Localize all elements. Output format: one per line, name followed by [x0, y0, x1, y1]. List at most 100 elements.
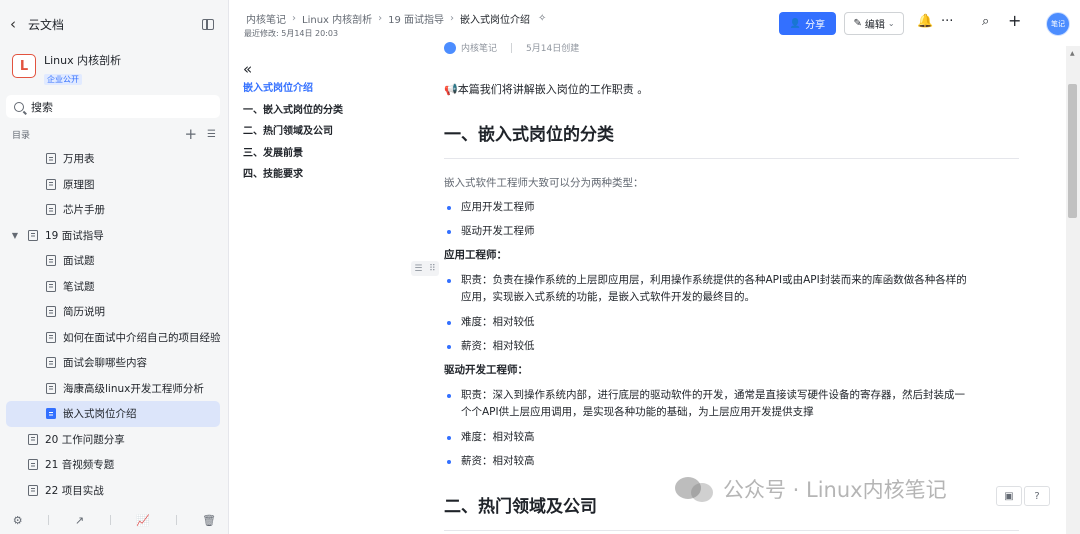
- help-icon[interactable]: ?: [1024, 486, 1050, 506]
- sidebar-search[interactable]: 搜索: [6, 95, 220, 118]
- add-icon[interactable]: +: [184, 127, 197, 142]
- outline-item[interactable]: 四、技能要求: [243, 164, 413, 186]
- edit-button[interactable]: ✎ 编辑 ⌄: [844, 12, 904, 35]
- share-out-icon[interactable]: ↗: [75, 514, 84, 527]
- tree-item[interactable]: 芯片手册: [6, 197, 220, 223]
- more-icon[interactable]: ···: [941, 14, 953, 29]
- tree-item-label: 21 音视频专题: [45, 459, 115, 472]
- settings-icon[interactable]: ⚙: [13, 514, 23, 527]
- tree-folder[interactable]: 21 音视频专题: [6, 452, 220, 478]
- outline-item[interactable]: 一、嵌入式岗位的分类: [243, 100, 413, 122]
- kb-name: Linux 内核剖析: [44, 54, 122, 67]
- tree-item-label: 如何在面试中介绍自己的项目经验: [63, 331, 221, 344]
- tree-item[interactable]: 简历说明: [6, 299, 220, 325]
- block-drag-handle[interactable]: ☰ ⠿: [411, 261, 439, 276]
- list-item: 驱动开发工程师: [444, 223, 1019, 240]
- drag-dots-icon: ⠿: [429, 263, 436, 274]
- scrollbar-thumb[interactable]: [1068, 84, 1077, 218]
- list-item-text: 应用，实现嵌入式系统的功能，是嵌入式软件开发的最终目的。: [461, 291, 755, 303]
- list-item: 薪资：相对较高: [444, 453, 1019, 470]
- outline-item[interactable]: 三、发展前景: [243, 143, 413, 165]
- outline-item[interactable]: 二、热门领域及公司: [243, 121, 413, 143]
- tree-folder[interactable]: ▼ 19 面试指导: [6, 223, 220, 249]
- document-icon: [46, 357, 56, 369]
- kb-visibility-badge: 企业公开: [44, 74, 82, 85]
- breadcrumb-separator: ›: [450, 13, 455, 24]
- edit-label: 编辑: [864, 20, 885, 31]
- list-options-icon[interactable]: ☰: [207, 129, 216, 140]
- tree-item[interactable]: 万用表: [6, 146, 220, 172]
- document-icon: [28, 459, 38, 471]
- tree-item[interactable]: 面试题: [6, 248, 220, 274]
- breadcrumb-item[interactable]: 内核笔记: [246, 11, 286, 26]
- tree-item[interactable]: 笔试题: [6, 274, 220, 300]
- wechat-logo-icon: [675, 474, 715, 504]
- tree-folder[interactable]: 22 项目实战: [6, 478, 220, 504]
- tree-folder[interactable]: 20 工作问题分享: [6, 427, 220, 453]
- caret-down-icon[interactable]: ▼: [10, 231, 20, 240]
- heading-1: 二、热门领域及公司: [444, 497, 597, 517]
- breadcrumb-item[interactable]: 19 面试指导: [388, 11, 444, 26]
- tree-item-label: 20 工作问题分享: [45, 433, 125, 446]
- breadcrumb-item[interactable]: Linux 内核剖析: [302, 11, 372, 26]
- tree-item-label: 芯片手册: [63, 204, 105, 217]
- watermark: 公众号 · Linux内核笔记: [675, 474, 947, 504]
- collapse-sidebar-icon[interactable]: [202, 18, 214, 30]
- list-item: 应用开发工程师: [444, 199, 1019, 216]
- document-icon: [28, 484, 38, 496]
- knowledge-base-header[interactable]: L Linux 内核剖析 企业公开: [12, 54, 121, 86]
- tree-item-label: 万用表: [63, 153, 95, 166]
- stats-icon[interactable]: 📈: [136, 514, 150, 527]
- list-item: 职责：深入到操作系统内部，进行底层的驱动软件的开发，通常是直接读写硬件设备的寄存…: [444, 387, 1019, 421]
- outline-item[interactable]: 嵌入式岗位介绍: [243, 78, 413, 100]
- created-date: 5月14日创建: [526, 44, 580, 54]
- chevron-down-icon: ⌄: [887, 19, 895, 28]
- tree-item-active[interactable]: 嵌入式岗位介绍: [6, 401, 220, 427]
- sidebar-footer: ⚙ ↗ 📈 🗑: [0, 510, 229, 530]
- back-label[interactable]: 云文档: [28, 16, 202, 33]
- comment-icon[interactable]: ▣: [996, 486, 1022, 506]
- list-item: 难度：相对较低: [444, 314, 1019, 331]
- share-label: 分享: [805, 20, 826, 31]
- pin-icon[interactable]: ✧: [538, 13, 546, 24]
- document-icon: [46, 408, 56, 420]
- search-placeholder: 搜索: [31, 100, 53, 114]
- subheading: 驱动开发工程师：: [444, 364, 528, 376]
- tree-item[interactable]: 面试会聊哪些内容: [6, 350, 220, 376]
- document-icon: [28, 433, 38, 445]
- tree-item-label: 海康高级linux开发工程师分析: [63, 382, 204, 395]
- search-icon[interactable]: ⌕: [982, 14, 989, 29]
- doc-outline: « 嵌入式岗位介绍 一、嵌入式岗位的分类 二、热门领域及公司 三、发展前景 四、…: [243, 60, 413, 186]
- heading-rule: [444, 530, 1019, 531]
- collapse-outline-icon[interactable]: «: [243, 60, 413, 78]
- breadcrumb-separator: ›: [378, 13, 383, 24]
- heading-rule: [444, 158, 1019, 159]
- share-button[interactable]: 👤 分享: [779, 12, 836, 35]
- tree-item[interactable]: 如何在面试中介绍自己的项目经验: [6, 325, 221, 351]
- back-arrow-icon[interactable]: ‹: [10, 15, 28, 33]
- document-icon: [46, 306, 56, 318]
- last-modified: 最近修改: 5月14日 20:03: [244, 29, 339, 38]
- tree-item-label: 笔试题: [63, 280, 95, 293]
- divider: [175, 515, 177, 525]
- avatar[interactable]: 笔记: [1046, 12, 1070, 36]
- scroll-up-arrow-icon[interactable]: ▲: [1070, 50, 1075, 57]
- list-item: 职责：负责在操作系统的上层即应用层，利用操作系统提供的各种API或由API封装而…: [444, 272, 1019, 306]
- pencil-icon: ✎: [853, 18, 862, 29]
- add-icon[interactable]: +: [1008, 11, 1021, 30]
- tree-item-label: 22 项目实战: [45, 484, 104, 497]
- heading-1: 一、嵌入式岗位的分类: [444, 125, 614, 145]
- tree-item-label: 面试会聊哪些内容: [63, 357, 147, 370]
- intro-callout: 📢本篇我们将讲解嵌入岗位的工作职责 。: [444, 83, 649, 96]
- paragraph: 嵌入式软件工程师大致可以分为两种类型：: [444, 177, 644, 189]
- document-icon: [46, 280, 56, 292]
- document-body[interactable]: 内核笔记 5月14日创建 📢本篇我们将讲解嵌入岗位的工作职责 。 一、嵌入式岗位…: [444, 40, 1019, 534]
- doc-meta: 内核笔记 5月14日创建: [444, 41, 579, 54]
- tree-item[interactable]: 原理图: [6, 172, 220, 198]
- tree-item-label: 嵌入式岗位介绍: [63, 408, 137, 421]
- bell-icon[interactable]: 🔔: [917, 14, 933, 29]
- author-name: 内核笔记: [461, 44, 498, 54]
- breadcrumb-current: 嵌入式岗位介绍: [460, 15, 531, 26]
- trash-icon[interactable]: 🗑: [202, 514, 216, 527]
- tree-item[interactable]: 海康高级linux开发工程师分析: [6, 376, 220, 402]
